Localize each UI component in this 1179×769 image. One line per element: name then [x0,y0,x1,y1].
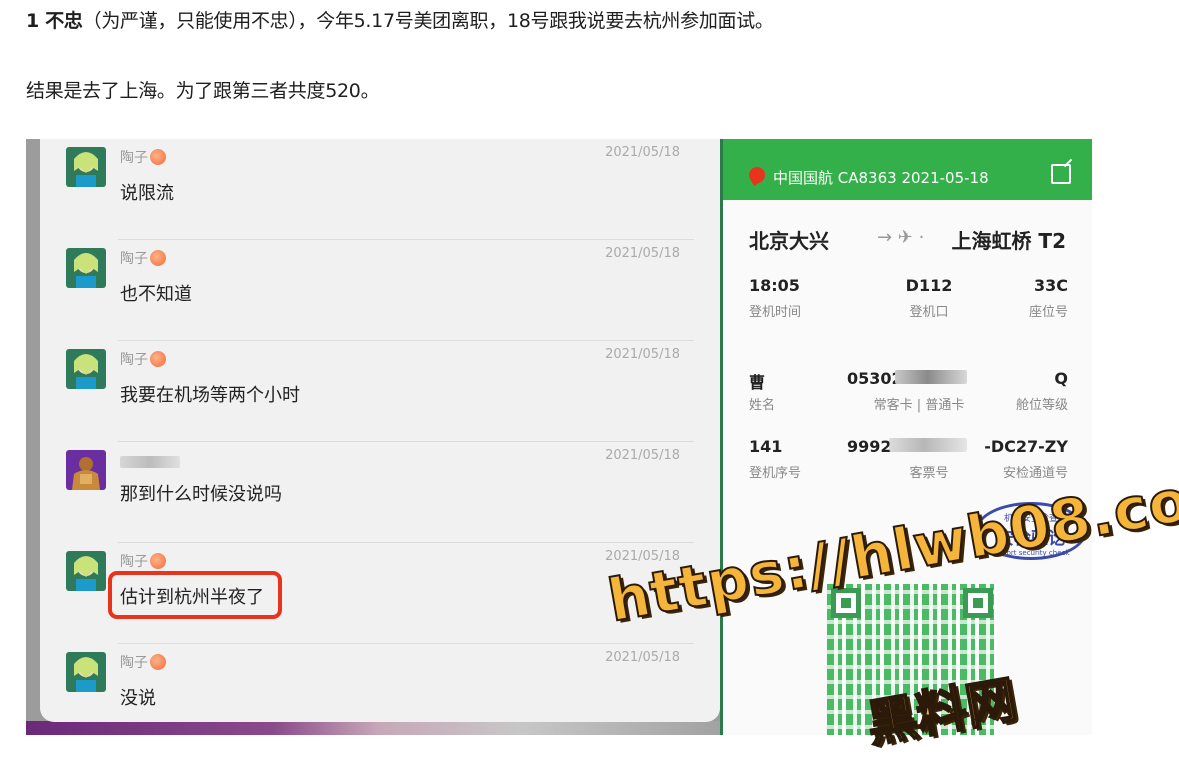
avatar [66,349,106,389]
peach-icon [150,654,166,670]
message-date: 2021/05/18 [605,650,680,665]
avatar [66,551,106,591]
boarding-sequence: 141 [749,437,783,456]
screenshot-composite: 陶子 2021/05/18 说限流 陶子 2021/05/18 也不知道 陶子 … [26,139,1092,735]
article-paragraph-1: 1 不忠（为严谨，只能使用不忠），今年5.17号美团离职，18号跟我说要去杭州参… [26,6,774,33]
message-date: 2021/05/18 [605,448,680,463]
seat: 33C [1033,276,1068,295]
passenger-name-label: 姓名 [749,398,776,413]
sender-name: 陶子 [120,551,166,571]
chat-message: 2021/05/18 那到什么时候没说吗 [40,442,720,543]
redaction [895,370,967,384]
boarding-sequence-label: 登机序号 [749,466,802,481]
boarding-pass-header: 中国国航 CA8363 2021-05-18 [723,139,1092,200]
chat-message: 陶子 2021/05/18 说限流 [40,139,720,240]
cabin-class-label: 舱位等级 [1015,398,1068,413]
chat-message: 陶子 2021/05/18 没说 [40,644,720,722]
plane-icon: → ✈ · [877,227,925,248]
security-lane: -DC27-ZY [984,437,1068,456]
message-text: 我要在机场等两个小时 [120,385,300,406]
message-date: 2021/05/18 [605,145,680,160]
arrival-airport: 上海虹桥 T2 [951,229,1066,253]
departure-airport: 北京大兴 [749,229,829,253]
security-lane-label: 安检通道号 [1002,466,1068,481]
sender-name: 陶子 [120,349,166,369]
chat-window: 陶子 2021/05/18 说限流 陶子 2021/05/18 也不知道 陶子 … [40,139,720,722]
message-text: 说限流 [120,183,174,204]
message-text: 也不知道 [120,284,192,305]
qr-finder [963,588,993,618]
paragraph-heading: 1 不忠 [26,10,83,32]
sender-name: 陶子 [120,147,166,167]
paragraph-text: （为严谨，只能使用不忠），今年5.17号美团离职，18号跟我说要去杭州参加面试。 [82,10,774,32]
message-text: 没说 [120,688,156,709]
message-date: 2021/05/18 [605,246,680,261]
cabin-class: Q [1054,369,1068,388]
frequent-flyer-label: 常客卡 | 普通卡 [873,398,965,413]
gate: D112 [905,276,953,295]
sender-name-redacted [120,456,180,468]
ticket-number-label: 客票号 [909,466,949,481]
avatar [66,147,106,187]
avatar [66,450,106,490]
sender-name: 陶子 [120,652,166,672]
boarding-time: 18:05 [749,276,800,295]
ticket-number: 9992 [847,437,892,456]
air-china-logo-icon [746,164,768,186]
seat-label: 座位号 [1028,305,1068,320]
flight-info: 中国国航 CA8363 2021-05-18 [773,169,989,187]
gate-label: 登机口 [909,305,949,320]
chat-message: 陶子 2021/05/18 我要在机场等两个小时 [40,341,720,442]
boarding-pass-card: 中国国航 CA8363 2021-05-18 北京大兴 → ✈ · 上海虹桥 T… [720,139,1092,735]
message-date: 2021/05/18 [605,347,680,362]
sender-name: 陶子 [120,248,166,268]
boarding-time-label: 登机时间 [749,305,802,320]
chat-message: 陶子 2021/05/18 也不知道 [40,240,720,341]
highlight-box [108,571,282,619]
peach-icon [150,250,166,266]
avatar [66,248,106,288]
peach-icon [150,149,166,165]
passenger-name: 曹 [749,373,766,392]
share-icon[interactable] [1051,164,1071,184]
bottom-strip [26,721,731,735]
avatar [66,652,106,692]
message-text: 那到什么时候没说吗 [120,484,282,505]
peach-icon [150,351,166,367]
redaction [889,438,967,452]
article-paragraph-2: 结果是去了上海。为了跟第三者共度520。 [26,80,380,102]
peach-icon [150,553,166,569]
